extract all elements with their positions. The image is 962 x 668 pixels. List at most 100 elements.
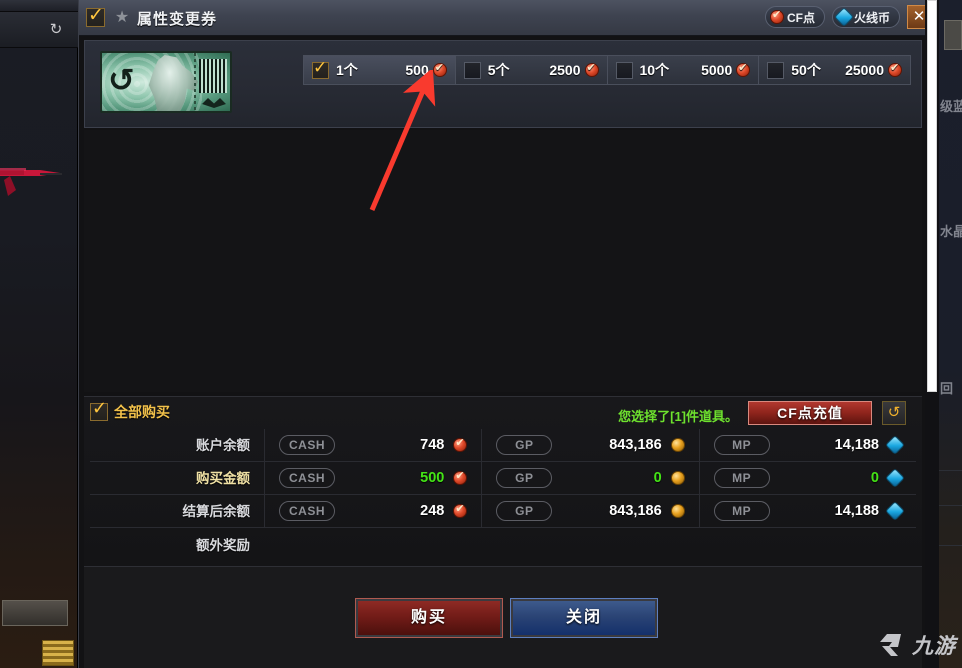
ghost-text [504,210,517,229]
header-actions: CF点 火线币 ✕ [764,5,931,29]
currency-tag-cash: CASH [279,435,335,455]
value-cash: 748 [420,437,445,453]
quantity-option-1-price-value: 500 [405,62,429,78]
quantity-checkbox-2[interactable] [463,61,481,79]
buy-all-checkbox[interactable]: ✓ [90,398,108,421]
dialog-header: ✓ ★ 属性变更券 CF点 火线币 ✕ [79,0,937,36]
jiuyou-logo-icon [880,634,901,656]
value-mp: 0 [870,470,879,486]
value-mp: 14,188 [834,503,879,519]
cell-cash: CASH 248 [264,495,481,527]
gp-coin-icon [670,438,685,452]
quantity-checkbox-3[interactable] [615,61,633,79]
value-cash: 248 [420,503,445,519]
quantity-option-3-label: 10个 [639,62,670,78]
quantity-option-4[interactable]: 50个 25000 [759,56,910,84]
table-row: 账户余额 CASH 748 GP 843,186 MP 14,188 [90,429,916,462]
buy-button[interactable]: 购买 [355,598,503,638]
currency-tag-gp: GP [496,468,553,488]
ticket-perforation [194,53,196,111]
checkmark-icon: ✓ [92,398,108,418]
background-top-bar [0,0,78,12]
cell-cash: CASH 500 [264,462,481,494]
close-button[interactable]: 关闭 [510,598,658,638]
item-row: ↺ ✓ 1个 500 5个 [84,40,922,128]
quantity-option-3-price: 5000 [701,61,751,78]
purchase-dialog: ✓ ★ 属性变更券 CF点 火线币 ✕ ↺ [78,0,939,668]
quantity-option-3[interactable]: 10个 5000 [608,56,760,84]
background-sub-bar [0,12,78,48]
quantity-option-2[interactable]: 5个 2500 [456,56,608,84]
summary-toolbar: ✓ 全部购买 您选择了[1]件道具。 CF点充值 ↺ [84,397,922,429]
currency-tag-mp: MP [713,435,770,455]
favorite-star-icon[interactable]: ★ [113,9,131,27]
currency-button-cf[interactable]: CF点 [764,6,825,28]
cell-mp: MP 14,188 [698,429,916,461]
background-right-slot [944,20,962,50]
row-label-after-settlement: 结算后余额 [182,504,251,519]
cf-coin-icon [432,61,447,77]
quantity-option-2-label: 5个 [487,62,510,78]
cf-coin-icon [769,8,784,24]
background-right-divider [938,545,962,546]
buy-all-row[interactable]: ✓ 全部购买 [90,398,170,422]
currency-tag-cash: CASH [279,468,335,488]
value-gp: 843,186 [609,503,662,519]
background-right-label-1: 水晶 [940,225,962,240]
cell-gp: GP 0 [481,462,698,494]
background-refresh-icon[interactable]: ↻ [48,22,64,38]
gp-coin-icon [670,471,685,485]
mp-gem-icon [885,468,905,488]
quantity-checkbox-4[interactable] [767,61,785,79]
mp-gem-icon [885,435,905,455]
header-select-all-checkbox[interactable]: ✓ [86,6,105,27]
currency-button-mp[interactable]: 火线币 [831,6,900,28]
attribute-change-ticket-image: ↺ [100,51,232,113]
cf-recharge-button[interactable]: CF点充值 [748,401,872,425]
currency-button-cf-label: CF点 [786,10,815,25]
value-cash: 500 [420,470,445,486]
quantity-option-1-label: 1个 [336,62,358,78]
page-title: 属性变更券 [137,11,218,28]
currency-tag-gp: GP [496,501,553,521]
background-right-divider [938,470,962,471]
refresh-icon[interactable]: ↺ [882,401,906,425]
quantity-option-2-price: 2500 [549,61,599,78]
cf-coin-icon [453,436,468,452]
ticket-logo-icon [202,98,226,108]
value-mp: 14,188 [834,437,879,453]
row-label-purchase-amount: 购买金额 [196,471,250,486]
mp-gem-icon [834,7,854,27]
quantity-option-4-price-value: 25000 [845,62,884,78]
currency-tag-mp: MP [713,468,770,488]
background-left-button[interactable] [2,600,68,626]
background-weapon-image [0,168,62,196]
cf-coin-icon [888,61,902,77]
cf-coin-icon [584,61,599,77]
quantity-option-1[interactable]: ✓ 1个 500 [304,56,456,84]
mp-gem-icon [885,501,905,521]
item-list-area [84,130,922,392]
cf-coin-icon [736,61,751,77]
quantity-checkbox-1[interactable]: ✓ [312,59,329,79]
background-right-label-0: 级蓝 [940,100,962,115]
value-gp: 843,186 [609,437,662,453]
cell-mp: MP 14,188 [698,495,916,527]
table-row: 购买金额 CASH 500 GP 0 MP 0 [90,462,916,495]
cell-gp: GP 843,186 [481,429,698,461]
quantity-option-2-price-value: 2500 [549,62,581,78]
app-root: ↻ 级蓝 水晶 回 ✓ ★ 属性变更券 ✔ CF点 火线币 ✕ ↺ ✓ 1个 5… [0,0,962,668]
buy-all-label: 全部购买 [114,404,170,420]
cell-cash: CASH 748 [264,429,481,461]
currency-tag-cash: CASH [279,501,335,521]
gp-coin-icon [670,504,685,518]
ghost-text [244,330,257,349]
cell-mp: MP 0 [698,462,916,494]
bonus-row: 额外奖励 [90,528,916,560]
barcode-icon [199,59,227,93]
currency-button-mp-label: 火线币 [853,10,890,25]
scrollbar-thumb[interactable] [927,0,937,392]
currency-tag-mp: MP [713,501,770,521]
value-gp: 0 [653,470,662,486]
dialog-footer: 购买 关闭 [84,566,922,668]
